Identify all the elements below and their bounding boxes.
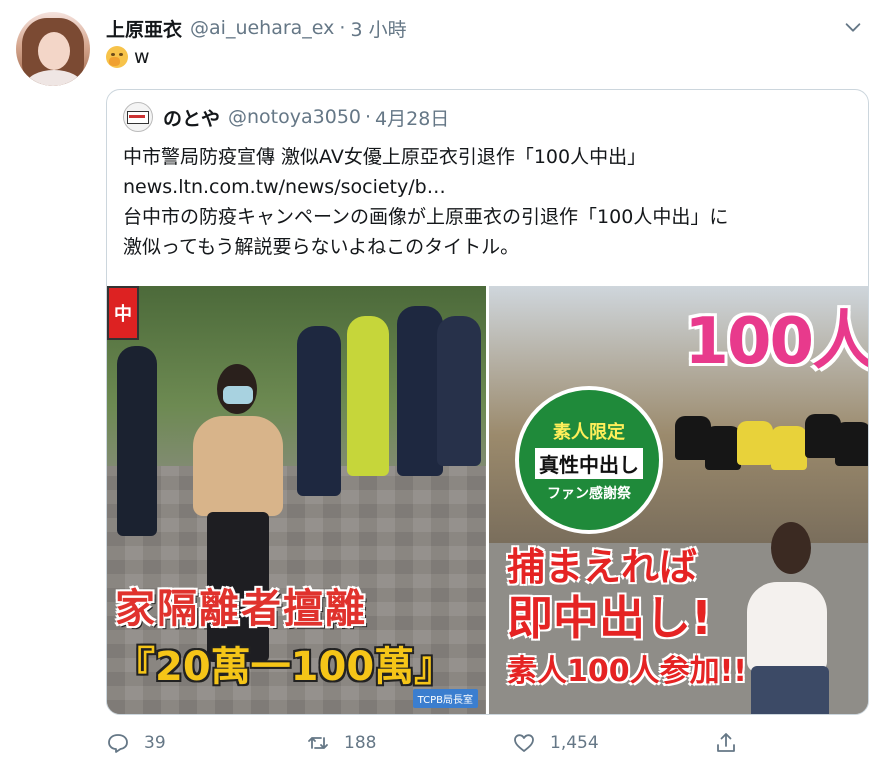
quoted-tweet-header: のとや @notoya3050 · 4月28日 <box>123 102 449 132</box>
red-sign: 中 <box>107 286 139 340</box>
hand-over-mouth-emoji-icon <box>106 46 128 68</box>
quoted-media: 中 家隔離者擅離 『20萬一100萬』 TCPB局長室 100人 素人限定 真性… <box>107 286 868 714</box>
heart-icon <box>514 734 534 752</box>
badge-line1: 素人限定 <box>553 421 625 443</box>
chevron-down-icon[interactable] <box>842 16 864 38</box>
quoted-text-line: 台中市の防疫キャンペーンの画像が上原亜衣の引退作「100人中出」に <box>123 206 729 228</box>
woman-shirt <box>193 416 283 516</box>
retweet-button[interactable]: 188 <box>306 728 376 758</box>
image1-caption-line2: 『20萬一100萬』 <box>115 644 455 690</box>
quoted-author-handle[interactable]: @notoya3050 <box>228 106 361 128</box>
officer-figure <box>347 316 389 476</box>
share-button[interactable] <box>714 728 752 758</box>
tweet-text: w <box>106 46 150 68</box>
author-avatar[interactable] <box>16 12 90 86</box>
author-handle[interactable]: @ai_uehara_ex <box>190 17 334 39</box>
separator-dot: · <box>339 17 346 39</box>
avatar-face <box>38 32 70 70</box>
like-count: 1,454 <box>550 733 599 753</box>
media-image-police-run[interactable]: 中 家隔離者擅離 『20萬一100萬』 TCPB局長室 <box>107 286 486 714</box>
image1-caption-line1: 家隔離者擅離 <box>115 586 367 632</box>
quoted-tweet[interactable]: のとや @notoya3050 · 4月28日 中市警局防疫宣傳 激似AV女優上… <box>106 89 869 715</box>
retweet-icon <box>308 737 328 749</box>
girl-skirt <box>751 666 829 714</box>
shop-sign-icon <box>127 111 149 124</box>
badge-line3: ファン感謝祭 <box>547 485 631 502</box>
runner-figure <box>835 422 868 466</box>
runner-figure <box>737 421 773 465</box>
officer-figure <box>297 326 341 496</box>
image2-catch-line2: 即中出し! <box>507 591 712 645</box>
quoted-tweet-date[interactable]: 4月28日 <box>375 104 449 131</box>
quoted-author-name[interactable]: のとや <box>163 104 220 131</box>
quoted-link[interactable]: news.ltn.com.tw/news/society/b… <box>123 172 852 202</box>
runner-figure <box>771 426 807 470</box>
tweet-header: 上原亜衣 @ai_uehara_ex · 3 小時 <box>106 14 868 42</box>
quoted-separator-dot: · <box>365 106 372 128</box>
quoted-text-line: 中市警局防疫宣傳 激似AV女優上原亞衣引退作「100人中出」 <box>123 146 647 168</box>
tweet-text-content: w <box>134 46 150 68</box>
quoted-tweet-body: 中市警局防疫宣傳 激似AV女優上原亞衣引退作「100人中出」 news.ltn.… <box>123 142 852 262</box>
retweet-count: 188 <box>344 733 377 753</box>
tweet-actions: 39 188 1,454 <box>106 728 746 758</box>
image2-big-number: 100人 <box>684 305 868 379</box>
officer-figure <box>437 316 481 466</box>
share-icon <box>717 733 735 752</box>
reply-count: 39 <box>144 733 166 753</box>
girl-blouse <box>747 582 827 672</box>
quoted-author-avatar[interactable] <box>123 102 153 132</box>
badge-line2: 真性中出し <box>535 447 643 479</box>
tweet-time[interactable]: 3 小時 <box>350 15 406 42</box>
girl-head <box>771 522 811 574</box>
quoted-text-line: 激似ってもう解説要らないよねこのタイトル。 <box>123 236 520 258</box>
reply-icon <box>108 734 128 753</box>
media-image-100-runners[interactable]: 100人 素人限定 真性中出し ファン感謝祭 捕まえれば 即中出し! 素人100… <box>489 286 868 714</box>
runner-figure <box>705 426 741 470</box>
author-name[interactable]: 上原亜衣 <box>106 15 182 42</box>
image2-green-badge: 素人限定 真性中出し ファン感謝祭 <box>515 386 663 534</box>
reply-button[interactable]: 39 <box>106 728 166 758</box>
image1-badge: TCPB局長室 <box>412 689 478 708</box>
officer-figure <box>117 346 157 536</box>
image2-catch-line3: 素人100人参加!! <box>507 654 747 689</box>
face-mask <box>223 386 253 404</box>
like-button[interactable]: 1,454 <box>512 728 599 758</box>
